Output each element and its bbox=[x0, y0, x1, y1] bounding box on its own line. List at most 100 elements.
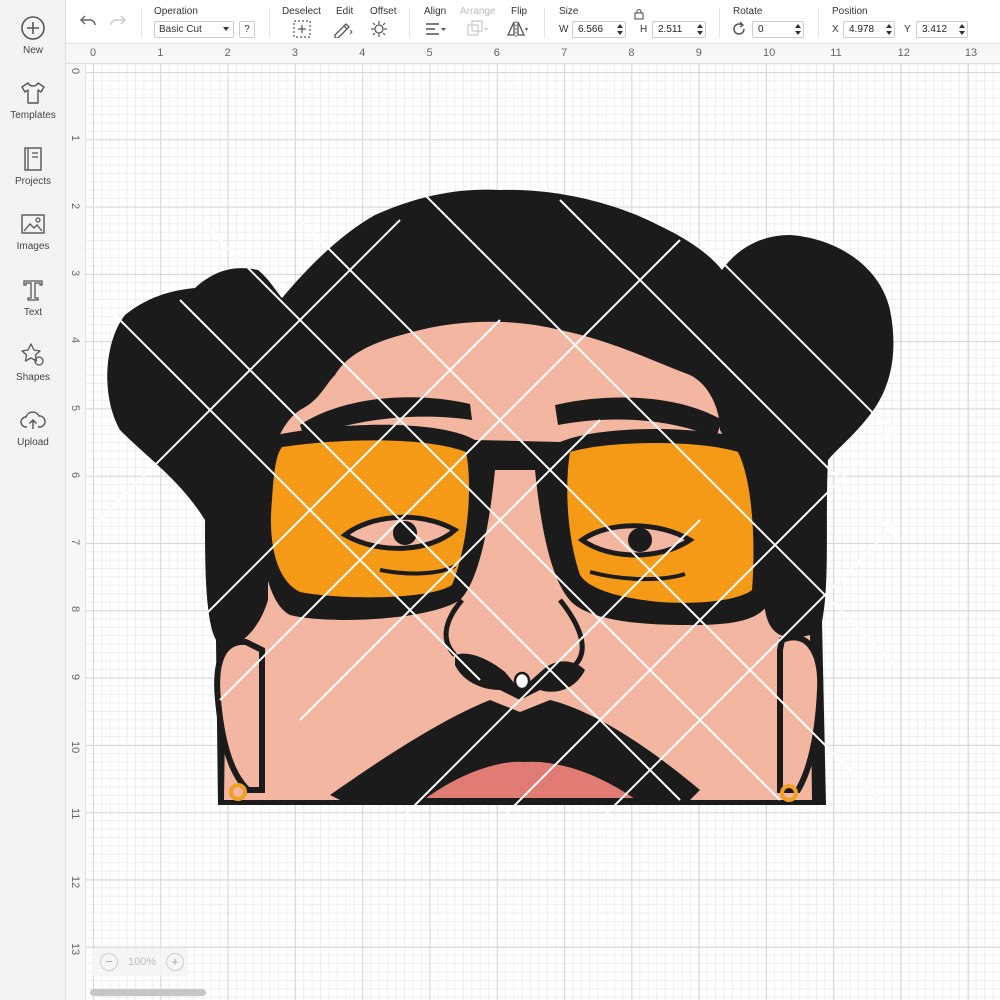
flip-label: Flip bbox=[511, 6, 528, 17]
tshirt-icon bbox=[19, 79, 47, 107]
align-label: Align bbox=[424, 6, 447, 17]
ruler-top-label: 3 bbox=[291, 47, 299, 59]
flip-icon[interactable] bbox=[506, 20, 528, 38]
toolbar-divider bbox=[141, 8, 142, 38]
ruler-top-label: 11 bbox=[830, 47, 842, 59]
arrange-label: Arrange bbox=[460, 6, 496, 17]
y-position-input[interactable]: 3.412 bbox=[916, 21, 968, 38]
ruler-top-label: 0 bbox=[90, 47, 97, 59]
height-value: 2.511 bbox=[658, 24, 683, 35]
y-label: Y bbox=[904, 24, 911, 35]
stepper-icon[interactable] bbox=[959, 24, 965, 35]
cloud-upload-icon bbox=[19, 406, 47, 434]
sidebar-item-label: Images bbox=[16, 241, 50, 252]
left-sidebar: New Templates Projects Images Text Shape… bbox=[0, 0, 66, 1000]
plus-circle-icon bbox=[19, 14, 47, 42]
operation-value: Basic Cut bbox=[159, 24, 202, 35]
width-value: 6.566 bbox=[578, 24, 604, 35]
stepper-icon[interactable] bbox=[795, 24, 801, 35]
toolbar-divider bbox=[719, 8, 720, 38]
stepper-icon[interactable] bbox=[886, 24, 892, 35]
face-artwork[interactable] bbox=[86, 64, 1000, 1000]
ruler-top-label: 10 bbox=[763, 47, 776, 59]
operation-select[interactable]: Basic Cut bbox=[154, 21, 234, 38]
ruler-left-label: 11 bbox=[69, 808, 81, 820]
x-label: X bbox=[832, 24, 839, 35]
zoom-control: − 100% + bbox=[92, 948, 188, 976]
ruler-left-label: 2 bbox=[69, 202, 81, 209]
sidebar-item-new[interactable]: New bbox=[0, 14, 66, 78]
operation-help-button[interactable]: ? bbox=[239, 21, 255, 38]
ruler-top-label: 2 bbox=[224, 47, 231, 59]
toolbar-divider bbox=[544, 8, 545, 38]
undo-icon[interactable] bbox=[78, 12, 98, 30]
align-icon[interactable] bbox=[424, 20, 446, 38]
right-pupil bbox=[628, 528, 652, 552]
redo-icon[interactable] bbox=[108, 12, 128, 30]
edit-icon[interactable] bbox=[332, 20, 354, 38]
width-label: W bbox=[559, 24, 569, 35]
zoom-out-button[interactable]: − bbox=[100, 953, 118, 971]
sidebar-item-projects[interactable]: Projects bbox=[0, 145, 66, 209]
ruler-left-label: 1 bbox=[69, 135, 81, 142]
ruler-left: 0 1 2 3 4 5 6 7 8 9 10 11 12 13 bbox=[66, 64, 86, 1000]
sidebar-item-label: New bbox=[22, 45, 43, 56]
height-input[interactable]: 2.511 bbox=[652, 21, 706, 38]
sidebar-item-templates[interactable]: Templates bbox=[0, 79, 66, 143]
ruler-top-label: 13 bbox=[964, 47, 978, 59]
ruler-left-label: 8 bbox=[69, 606, 81, 613]
rotate-input[interactable]: 0 bbox=[752, 21, 804, 38]
deselect-label: Deselect bbox=[282, 6, 321, 17]
design-canvas[interactable] bbox=[86, 64, 1000, 1000]
ruler-left-label: 12 bbox=[69, 875, 81, 888]
ruler-left-label: 5 bbox=[69, 404, 81, 411]
ruler-top: 0 1 2 3 4 5 6 7 8 9 10 11 12 13 bbox=[66, 44, 1000, 64]
operation-label: Operation bbox=[154, 6, 198, 17]
chevron-down-icon bbox=[223, 27, 229, 31]
shapes-icon bbox=[19, 341, 47, 369]
stepper-icon[interactable] bbox=[697, 24, 703, 35]
text-t-icon bbox=[19, 276, 47, 304]
size-label: Size bbox=[559, 6, 579, 17]
ruler-left-label: 9 bbox=[69, 673, 81, 680]
x-position-value: 4.978 bbox=[849, 24, 875, 35]
rotate-label: Rotate bbox=[733, 6, 763, 17]
rotate-icon bbox=[730, 20, 748, 38]
ruler-top-label: 1 bbox=[157, 47, 164, 59]
toolbar-divider bbox=[409, 8, 410, 38]
nose-ring-bead bbox=[513, 671, 531, 691]
sidebar-item-label: Shapes bbox=[16, 372, 50, 383]
sidebar-item-label: Templates bbox=[10, 110, 56, 121]
ruler-left-label: 7 bbox=[69, 539, 81, 546]
ruler-left-label: 4 bbox=[69, 337, 81, 344]
zoom-in-button[interactable]: + bbox=[166, 953, 184, 971]
sidebar-item-images[interactable]: Images bbox=[0, 210, 66, 274]
sidebar-item-upload[interactable]: Upload bbox=[0, 406, 66, 470]
stepper-icon[interactable] bbox=[617, 24, 623, 35]
sidebar-item-text[interactable]: Text bbox=[0, 276, 66, 340]
ruler-top-label: 8 bbox=[628, 47, 635, 59]
edit-label: Edit bbox=[336, 6, 354, 17]
ruler-left-label: 3 bbox=[69, 269, 81, 277]
sidebar-item-label: Upload bbox=[17, 437, 49, 448]
ruler-left-label: 6 bbox=[69, 471, 81, 478]
position-label: Position bbox=[832, 6, 868, 17]
horizontal-scrollbar[interactable] bbox=[90, 989, 206, 996]
lock-icon[interactable] bbox=[633, 8, 645, 20]
ruler-top-label: 9 bbox=[695, 47, 702, 59]
offset-icon[interactable] bbox=[369, 20, 391, 38]
ruler-top-label: 12 bbox=[897, 47, 910, 59]
x-position-input[interactable]: 4.978 bbox=[843, 21, 895, 38]
offset-label: Offset bbox=[370, 6, 397, 17]
sidebar-item-label: Projects bbox=[14, 176, 52, 187]
ruler-top-label: 4 bbox=[359, 47, 366, 59]
ruler-top-label: 5 bbox=[426, 47, 433, 59]
sidebar-item-shapes[interactable]: Shapes bbox=[0, 341, 66, 405]
height-label: H bbox=[640, 24, 648, 35]
sidebar-item-label: Text bbox=[23, 307, 43, 318]
ruler-top-label: 7 bbox=[561, 47, 568, 59]
rotate-value: 0 bbox=[758, 24, 764, 35]
notebook-icon bbox=[19, 145, 47, 173]
width-input[interactable]: 6.566 bbox=[572, 21, 626, 38]
deselect-icon[interactable] bbox=[291, 20, 313, 38]
